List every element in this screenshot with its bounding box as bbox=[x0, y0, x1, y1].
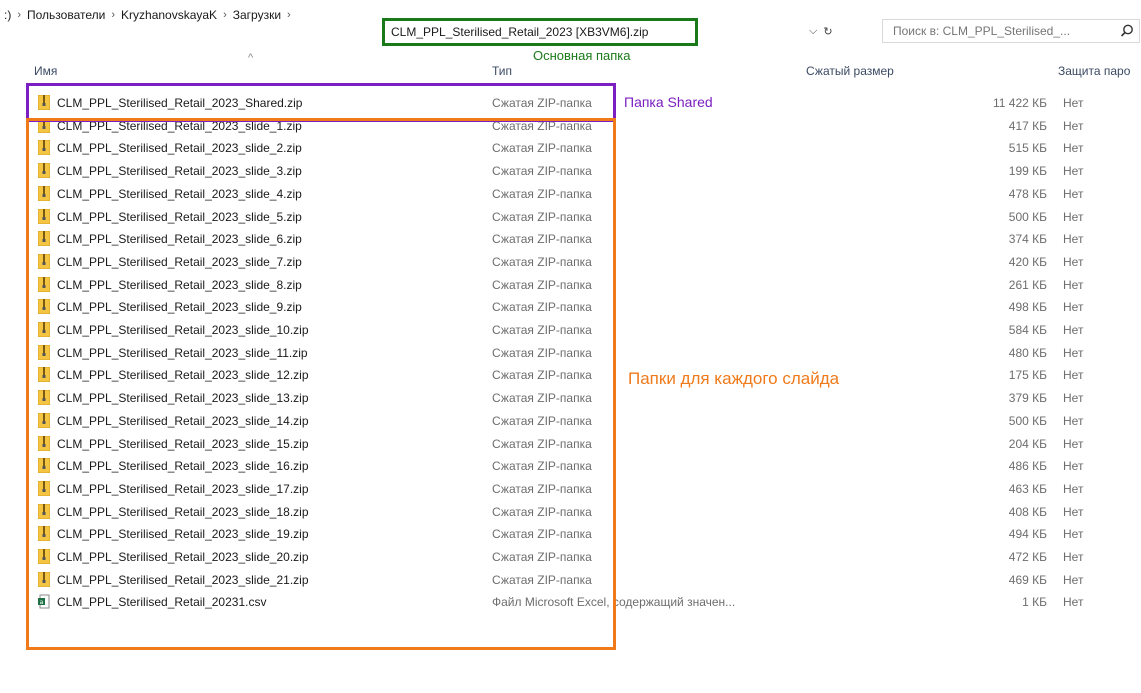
file-size: 204 КБ bbox=[1008, 436, 1047, 451]
file-protection: Нет bbox=[1063, 300, 1084, 315]
file-size: 584 КБ bbox=[1008, 323, 1047, 337]
chevron-right-icon: › bbox=[287, 9, 291, 21]
address-tools: ⌵ ↻ bbox=[809, 25, 833, 38]
sort-ascending-icon: ^ bbox=[248, 52, 254, 64]
file-size: 486 КБ bbox=[1008, 459, 1047, 474]
column-header-type[interactable]: Тип bbox=[492, 64, 512, 78]
search-icon[interactable] bbox=[1119, 23, 1135, 39]
file-protection: Нет bbox=[1063, 186, 1084, 201]
file-size: 478 КБ bbox=[1008, 186, 1047, 201]
chevron-right-icon: › bbox=[17, 9, 22, 21]
column-header-compressed-size[interactable]: Сжатый размер bbox=[806, 64, 894, 78]
file-size: 515 КБ bbox=[1008, 141, 1047, 156]
chevron-right-icon: › bbox=[223, 9, 227, 21]
file-size: 498 КБ bbox=[1008, 300, 1047, 315]
file-protection: Нет bbox=[1063, 459, 1084, 474]
chevron-right-icon: › bbox=[111, 9, 116, 21]
file-protection: Нет bbox=[1063, 391, 1084, 406]
file-protection: Нет bbox=[1063, 550, 1084, 564]
file-size: 472 КБ bbox=[1008, 550, 1047, 564]
file-protection: Нет bbox=[1063, 527, 1084, 542]
search-field[interactable] bbox=[882, 19, 1140, 43]
highlight-shared-folder bbox=[26, 83, 616, 122]
file-protection: Нет bbox=[1063, 413, 1084, 428]
file-size: 417 КБ bbox=[1008, 118, 1047, 133]
breadcrumb-downloads[interactable]: Загрузки bbox=[233, 8, 281, 22]
file-size: 408 КБ bbox=[1008, 504, 1047, 519]
file-protection: Нет bbox=[1063, 232, 1084, 247]
file-size: 500 КБ bbox=[1008, 209, 1047, 224]
column-header-protection[interactable]: Защита паро bbox=[1058, 64, 1130, 78]
file-protection: Нет bbox=[1063, 96, 1084, 110]
breadcrumb-user[interactable]: KryzhanovskayaK bbox=[121, 8, 217, 22]
file-size: 469 КБ bbox=[1008, 572, 1047, 587]
file-protection: Нет bbox=[1063, 164, 1084, 179]
breadcrumb-drive[interactable]: :) bbox=[4, 8, 11, 22]
file-size: 500 КБ bbox=[1008, 413, 1047, 428]
file-protection: Нет bbox=[1063, 254, 1084, 269]
file-protection: Нет bbox=[1063, 118, 1084, 133]
file-protection: Нет bbox=[1063, 141, 1084, 156]
file-protection: Нет bbox=[1063, 209, 1084, 224]
file-protection: Нет bbox=[1063, 345, 1084, 360]
file-size: 374 КБ bbox=[1008, 232, 1047, 247]
breadcrumb-users[interactable]: Пользователи bbox=[27, 8, 105, 22]
file-protection: Нет bbox=[1063, 481, 1084, 496]
column-header-name[interactable]: Имя bbox=[34, 64, 57, 78]
file-protection: Нет bbox=[1063, 323, 1084, 337]
file-size: 494 КБ bbox=[1008, 527, 1047, 542]
file-size: 11 422 КБ bbox=[992, 96, 1047, 110]
file-protection: Нет bbox=[1063, 368, 1084, 383]
breadcrumb-current-archive[interactable]: CLM_PPL_Sterilised_Retail_2023 [XB3VM6].… bbox=[382, 18, 698, 46]
file-size: 463 КБ bbox=[1008, 481, 1047, 496]
file-size: 175 КБ bbox=[1008, 368, 1047, 383]
annotation-main-folder: Основная папка bbox=[533, 48, 631, 63]
breadcrumb: :) › Пользователи › KryzhanovskayaK › За… bbox=[4, 8, 297, 22]
search-input[interactable] bbox=[893, 24, 1115, 38]
file-size: 199 КБ bbox=[1008, 164, 1047, 179]
refresh-icon[interactable]: ↻ bbox=[823, 25, 832, 38]
file-protection: Нет bbox=[1063, 277, 1084, 292]
file-size: 1 КБ bbox=[1022, 595, 1047, 610]
chevron-down-icon[interactable]: ⌵ bbox=[809, 25, 817, 38]
file-size: 379 КБ bbox=[1008, 391, 1047, 406]
highlight-slide-folders bbox=[26, 118, 616, 650]
file-protection: Нет bbox=[1063, 436, 1084, 451]
file-size: 261 КБ bbox=[1008, 277, 1047, 292]
file-protection: Нет bbox=[1063, 572, 1084, 587]
file-protection: Нет bbox=[1063, 595, 1084, 610]
file-protection: Нет bbox=[1063, 504, 1084, 519]
file-size: 420 КБ bbox=[1008, 254, 1047, 269]
file-size: 480 КБ bbox=[1008, 345, 1047, 360]
